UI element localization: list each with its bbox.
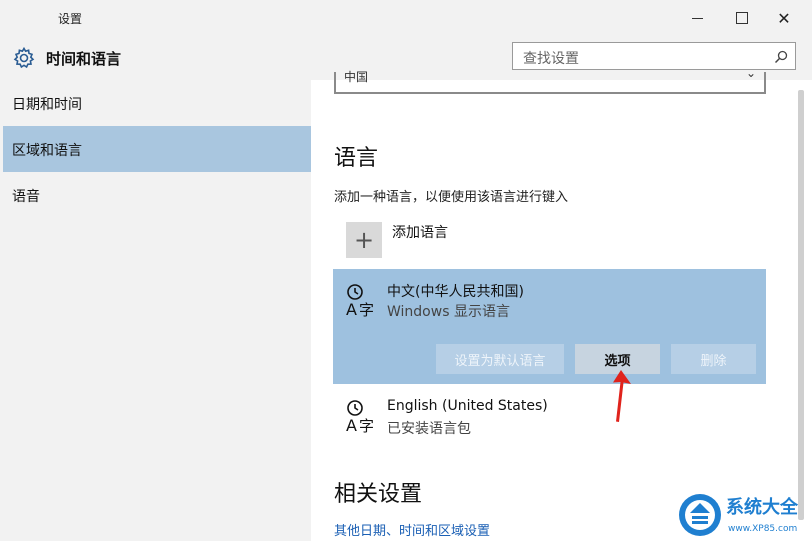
region-value: 中国 (344, 70, 369, 84)
close-button[interactable]: ✕ (764, 4, 804, 32)
related-settings-heading: 相关设置 (334, 482, 423, 507)
minimize-icon (691, 17, 703, 19)
plus-icon: + (353, 226, 375, 254)
set-default-button[interactable]: 设置为默认语言 (436, 344, 564, 374)
maximize-button[interactable] (722, 4, 762, 32)
language-icon: A 字 (346, 400, 374, 435)
watermark-title: 系统大全 (726, 497, 798, 518)
watermark: 系统大全 www.XP85.com (676, 491, 812, 541)
settings-window: 设置 ✕ 时间和语言 查找设置 日期和时间 区域和语言 语音 中国 ⌄ 语言 添… (0, 0, 812, 541)
language-name: 中文(中华人民共和国) (387, 284, 524, 300)
language-icon: A 字 (346, 284, 374, 319)
sidebar-item-label: 日期和时间 (12, 97, 82, 113)
svg-text:A: A (346, 416, 357, 435)
sidebar-item-date-time[interactable]: 日期和时间 (0, 80, 311, 126)
language-description: 添加一种语言，以便使用该语言进行键入 (334, 190, 569, 205)
svg-text:字: 字 (359, 301, 374, 319)
svg-text:A: A (346, 300, 357, 319)
watermark-url: www.XP85.com (728, 524, 798, 534)
remove-button[interactable]: 删除 (671, 344, 756, 374)
chevron-down-icon: ⌄ (745, 66, 756, 80)
maximize-icon (736, 12, 748, 24)
sidebar-item-region-language[interactable]: 区域和语言 (3, 126, 311, 172)
sidebar-item-label: 区域和语言 (12, 143, 82, 159)
language-subtitle: Windows 显示语言 (387, 304, 510, 320)
scrollbar[interactable] (798, 90, 804, 520)
title-bar: 设置 ✕ (0, 0, 812, 36)
related-settings-link[interactable]: 其他日期、时间和区域设置 (334, 520, 490, 539)
language-heading: 语言 (334, 146, 379, 171)
search-placeholder: 查找设置 (523, 51, 579, 67)
language-item-selected[interactable]: A 字 中文(中华人民共和国) Windows 显示语言 设置为默认语言 选项 … (333, 269, 766, 384)
add-language-label[interactable]: 添加语言 (392, 222, 448, 242)
region-dropdown[interactable]: 中国 ⌄ (334, 66, 766, 94)
watermark-logo-icon (679, 494, 721, 536)
sidebar: 日期和时间 区域和语言 语音 (0, 80, 311, 541)
add-language-button[interactable]: + (346, 222, 382, 258)
sidebar-item-speech[interactable]: 语音 (0, 172, 311, 218)
window-title: 设置 (58, 12, 83, 26)
language-subtitle: 已安装语言包 (387, 421, 471, 437)
search-icon[interactable] (773, 49, 789, 65)
minimize-button[interactable] (677, 4, 717, 32)
gear-icon (13, 46, 35, 69)
language-name: English (United States) (387, 398, 548, 414)
svg-text:字: 字 (359, 417, 374, 435)
close-icon: ✕ (777, 8, 791, 28)
sidebar-item-label: 语音 (12, 189, 40, 205)
language-item[interactable]: A 字 English (United States) 已安装语言包 (333, 390, 766, 450)
page-title: 时间和语言 (46, 50, 122, 68)
content-pane: 中国 ⌄ 语言 添加一种语言，以便使用该语言进行键入 + 添加语言 A 字 中文… (311, 66, 812, 541)
